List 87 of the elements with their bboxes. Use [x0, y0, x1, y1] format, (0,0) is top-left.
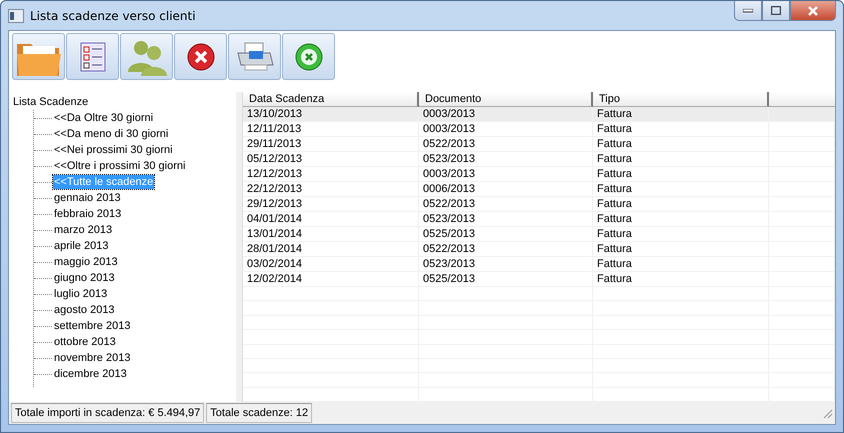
minimize-button[interactable] [734, 1, 762, 21]
table-cell: 13/10/2013 [243, 107, 419, 121]
table-cell: Fattura [593, 167, 769, 181]
table-cell: 22/12/2013 [243, 182, 419, 196]
table-row[interactable]: 29/12/2013 0522/2013 Fattura [243, 197, 835, 212]
table-row[interactable]: 22/12/2013 0006/2013 Fattura [243, 182, 835, 197]
table-row[interactable]: 03/02/2014 0523/2013 Fattura [243, 257, 835, 272]
cancel-button[interactable] [174, 33, 227, 80]
table-cell: Fattura [593, 242, 769, 256]
maximize-button[interactable] [762, 1, 790, 21]
table-cell: Fattura [593, 272, 769, 286]
table-row[interactable]: 12/11/2013 0003/2013 Fattura [243, 122, 835, 137]
table-cell: 0006/2013 [419, 182, 593, 196]
table-cell: 0522/2013 [419, 242, 593, 256]
table-cell: Fattura [593, 182, 769, 196]
table-cell: 03/02/2014 [243, 257, 419, 271]
table-cell: 0523/2013 [419, 152, 593, 166]
tree-item[interactable]: settembre 2013 [53, 319, 132, 333]
table-cell: 04/01/2014 [243, 212, 419, 226]
table-row[interactable]: 29/11/2013 0522/2013 Fattura [243, 137, 835, 152]
table-cell: 29/12/2013 [243, 197, 419, 211]
column-header[interactable]: Data Scadenza [243, 92, 419, 107]
tree-item[interactable]: <<Da Oltre 30 giorni [53, 111, 154, 125]
table-cell: Fattura [593, 197, 769, 211]
window-title: Lista scadenze verso clienti [30, 8, 196, 22]
tree-item[interactable]: dicembre 2013 [53, 367, 128, 381]
table-cell: 0523/2013 [419, 212, 593, 226]
close-button[interactable] [790, 1, 836, 21]
exit-icon [294, 42, 324, 72]
checklist-button[interactable] [66, 33, 119, 80]
table-row[interactable]: 13/10/2013 0003/2013 Fattura [243, 107, 835, 122]
window-icon [8, 8, 24, 22]
table-cell: 12/02/2014 [243, 272, 419, 286]
column-header[interactable]: Tipo [593, 92, 769, 107]
open-folder-button[interactable] [12, 33, 65, 80]
tree-item[interactable]: <<Oltre i prossimi 30 giorni [53, 159, 186, 173]
table-cell: 0525/2013 [419, 272, 593, 286]
table-cell: 13/01/2014 [243, 227, 419, 241]
table-cell: 0522/2013 [419, 137, 593, 151]
minimize-icon [743, 8, 753, 12]
table-cell: 0522/2013 [419, 197, 593, 211]
close-icon [807, 6, 819, 16]
table-row[interactable]: 13/01/2014 0525/2013 Fattura [243, 227, 835, 242]
table-cell: 28/01/2014 [243, 242, 419, 256]
printer-icon [234, 40, 274, 72]
tree-root[interactable]: Lista Scadenze [13, 95, 232, 110]
table-cell: Fattura [593, 137, 769, 151]
table-cell: Fattura [593, 212, 769, 226]
table-cell: 0523/2013 [419, 257, 593, 271]
cancel-icon [186, 42, 216, 72]
tree-item[interactable]: <<Da meno di 30 giorni [53, 127, 170, 141]
table-row[interactable]: 05/12/2013 0523/2013 Fattura [243, 152, 835, 167]
tree-item[interactable]: ottobre 2013 [53, 335, 117, 349]
table-cell: 12/11/2013 [243, 122, 419, 136]
table-cell: 0003/2013 [419, 122, 593, 136]
tree-item[interactable]: aprile 2013 [53, 239, 110, 253]
tree-item[interactable]: agosto 2013 [53, 303, 116, 317]
tree-item[interactable]: marzo 2013 [53, 223, 114, 237]
tree-item[interactable]: febbraio 2013 [53, 207, 122, 221]
tree-item[interactable]: giugno 2013 [53, 271, 116, 285]
tree-item[interactable]: gennaio 2013 [53, 191, 122, 205]
table-cell: 0525/2013 [419, 227, 593, 241]
table-cell: Fattura [593, 257, 769, 271]
status-text: Totale importi in scadenza: € 5.494,97 [11, 403, 204, 423]
table-cell: Fattura [593, 122, 769, 136]
table-row[interactable]: 12/12/2013 0003/2013 Fattura [243, 167, 835, 182]
table-cell: 12/12/2013 [243, 167, 419, 181]
table-cell: 0003/2013 [419, 107, 593, 121]
tree-item[interactable]: luglio 2013 [53, 287, 108, 301]
print-button[interactable] [228, 33, 281, 80]
status-text: Totale scadenze: 12 [206, 403, 312, 423]
table-row[interactable]: 12/02/2014 0525/2013 Fattura [243, 272, 835, 287]
tree-item[interactable]: <<Nei prossimi 30 giorni [53, 143, 174, 157]
table-row[interactable]: 04/01/2014 0523/2013 Fattura [243, 212, 835, 227]
table-cell: Fattura [593, 107, 769, 121]
exit-button[interactable] [282, 33, 335, 80]
table-row[interactable]: 28/01/2014 0522/2013 Fattura [243, 242, 835, 257]
tree-item[interactable]: novembre 2013 [53, 351, 132, 365]
tree-item[interactable]: maggio 2013 [53, 255, 119, 269]
maximize-icon [771, 6, 781, 15]
column-header[interactable]: Documento [419, 92, 593, 107]
table-cell: Fattura [593, 227, 769, 241]
table-cell: 0003/2013 [419, 167, 593, 181]
table-cell: Fattura [593, 152, 769, 166]
resize-grip-icon [821, 407, 833, 419]
table-cell: 29/11/2013 [243, 137, 419, 151]
table-cell: 05/12/2013 [243, 152, 419, 166]
